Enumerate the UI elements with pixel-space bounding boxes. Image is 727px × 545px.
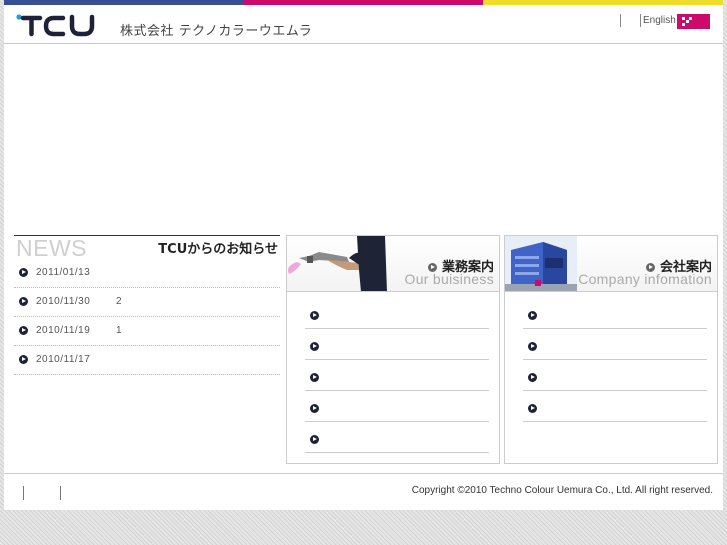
news-heading-en: NEWS — [16, 235, 87, 261]
list-item[interactable] — [305, 329, 489, 360]
business-subtitle: Our buisiness — [404, 271, 494, 287]
news-section: NEWS TCUからのお知らせ 2011/01/13 2010/11/30 2 … — [14, 235, 280, 375]
header-divider — [620, 14, 621, 27]
list-item[interactable] — [305, 360, 489, 391]
page: 株式会社 テクノカラーウエムラ English NEWS TCUからのお知らせ … — [4, 0, 724, 510]
site-footer: Copyright ©2010 Techno Colour Uemura Co.… — [4, 473, 723, 510]
list-item[interactable] — [523, 391, 707, 422]
arrow-bullet-icon — [310, 342, 319, 351]
list-item[interactable] — [523, 360, 707, 391]
arrow-bullet-icon — [528, 404, 537, 413]
copyright-text: Copyright ©2010 Techno Colour Uemura Co.… — [411, 485, 713, 496]
news-item[interactable]: 2010/11/30 2 — [14, 288, 280, 317]
news-heading: NEWS TCUからのお知らせ — [14, 235, 280, 261]
news-item[interactable]: 2010/11/19 1 — [14, 317, 280, 346]
list-item[interactable] — [523, 329, 707, 360]
company-panel: 会社案内 Company infomation — [504, 235, 718, 464]
news-title[interactable]: 2 — [116, 296, 122, 307]
list-item[interactable] — [305, 391, 489, 422]
company-name: 株式会社 テクノカラーウエムラ — [120, 24, 313, 39]
tcu-logo[interactable] — [16, 12, 106, 38]
arrow-bullet-icon — [528, 342, 537, 351]
spray-gun-photo-icon — [288, 236, 387, 291]
list-item[interactable] — [523, 298, 707, 329]
site-header: 株式会社 テクノカラーウエムラ English — [4, 5, 723, 44]
business-banner[interactable]: 業務案内 Our buisiness — [287, 236, 499, 292]
company-list — [523, 298, 707, 422]
arrow-bullet-icon — [19, 268, 28, 277]
news-date: 2010/11/19 — [36, 325, 91, 336]
company-banner[interactable]: 会社案内 Company infomation — [505, 236, 717, 292]
business-panel: 業務案内 Our buisiness — [286, 235, 500, 464]
news-item[interactable]: 2011/01/13 — [14, 259, 280, 288]
arrow-bullet-icon — [19, 355, 28, 364]
arrow-bullet-icon — [19, 326, 28, 335]
arrow-bullet-icon — [310, 404, 319, 413]
english-flag-icon[interactable] — [677, 14, 710, 29]
news-date: 2010/11/30 — [36, 296, 91, 307]
arrow-bullet-icon — [310, 311, 319, 320]
news-item[interactable]: 2010/11/17 — [14, 346, 280, 375]
company-subtitle: Company infomation — [578, 271, 712, 287]
arrow-bullet-icon — [19, 297, 28, 306]
arrow-bullet-icon — [528, 311, 537, 320]
header-divider — [640, 14, 641, 27]
footer-divider — [60, 486, 61, 500]
list-item[interactable] — [305, 298, 489, 329]
english-link[interactable]: English — [643, 15, 676, 26]
arrow-bullet-icon — [310, 373, 319, 382]
news-heading-jp: TCUからのお知らせ — [158, 242, 278, 257]
news-date: 2010/11/17 — [36, 354, 91, 365]
list-item[interactable] — [305, 422, 489, 453]
news-date: 2011/01/13 — [36, 267, 91, 278]
tcu-logo-icon — [16, 14, 95, 37]
arrow-bullet-icon — [528, 373, 537, 382]
news-title[interactable]: 1 — [116, 325, 122, 336]
footer-divider — [23, 486, 24, 500]
building-photo-icon — [505, 236, 577, 291]
business-list — [305, 298, 489, 453]
arrow-bullet-icon — [310, 435, 319, 444]
